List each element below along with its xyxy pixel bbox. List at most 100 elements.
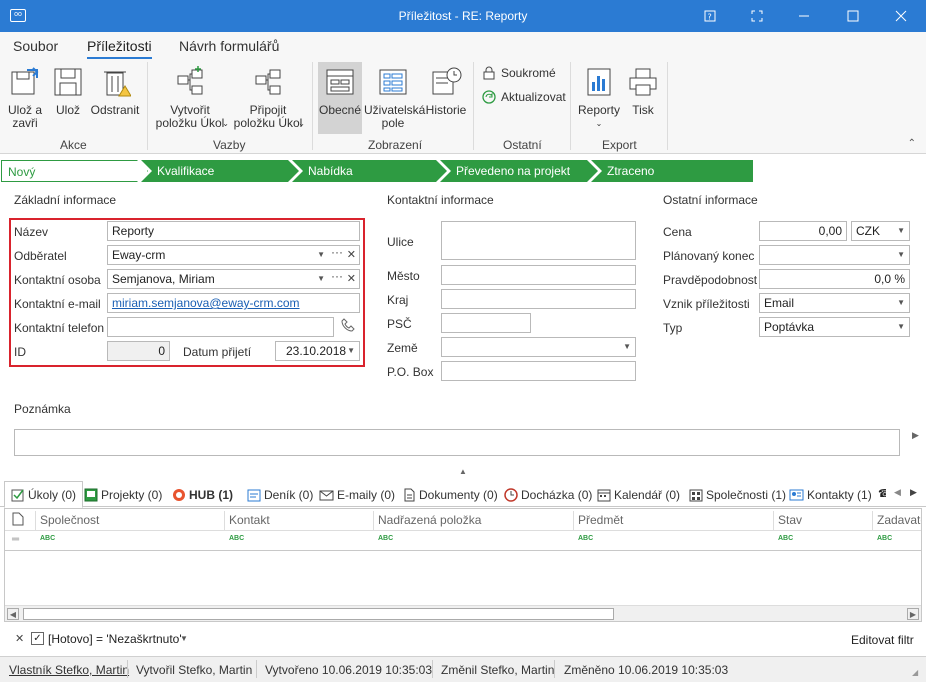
stage-kvalifikace[interactable]: Kvalifikace [141,160,299,182]
tab-kontakty[interactable]: Kontakty (1) [789,484,872,506]
customer-input[interactable]: Eway-crm ▼ ··· ✕ [107,245,360,265]
dropdown-arrow-icon[interactable]: ▼ [897,294,905,312]
filter-checkbox[interactable]: ✓ [31,632,44,645]
fullscreen-icon[interactable] [734,0,780,32]
tab-kontakty-label: Kontakty (1) [807,488,872,502]
status-owner[interactable]: Vlastník Stefko, Martin [9,663,129,677]
tab-spolecnosti[interactable]: Společnosti (1) [689,484,786,506]
tabs-scroll-right-icon[interactable]: ▶ [910,487,917,498]
resize-grip-icon[interactable]: ◢ [912,668,918,677]
col-spolecnost[interactable]: Společnost [35,511,225,530]
create-task-button[interactable]: Vytvořit položku Úkol ⌄ [152,66,229,130]
dropdown-arrow-icon[interactable]: ▼ [897,222,905,240]
delete-button[interactable]: Odstranit [90,66,140,117]
stage-novy[interactable]: Nový [1,160,148,182]
attach-task-button[interactable]: Připojit položku Úkol ⌄ [232,66,305,130]
user-fields-button[interactable]: Uživatelská pole [364,66,425,130]
reports-button[interactable]: Reporty ⌄ [576,66,622,130]
region-input[interactable] [441,289,636,309]
dropdown-arrow-icon[interactable]: ▼ [317,246,325,264]
city-input[interactable] [441,265,636,285]
origin-select[interactable]: Email ▼ [759,293,910,313]
street-input[interactable] [441,221,636,260]
col-kontakt[interactable]: Kontakt [224,511,374,530]
date-input[interactable]: 23.10.2018 ▼ [275,341,360,361]
name-input[interactable]: Reporty [107,221,360,241]
phone-input[interactable] [107,317,334,337]
probability-input[interactable]: 0,0 % [759,269,910,289]
col-stav[interactable]: Stav [773,511,873,530]
stage-ztraceno[interactable]: Ztraceno [591,160,753,182]
stage-prevedeno[interactable]: Převedeno na projekt [440,160,598,182]
col-zadavatel[interactable]: Zadavate [872,511,921,530]
tab-kalendar[interactable]: Kalendář (0) [597,484,680,506]
private-button[interactable]: Soukromé [482,66,556,80]
history-button[interactable]: Historie [425,66,467,117]
type-select[interactable]: Poptávka ▼ [759,317,910,337]
clear-icon[interactable]: ✕ [347,270,356,288]
more-icon[interactable]: ··· [331,270,343,285]
dropdown-arrow-icon[interactable]: ▼ [623,338,631,356]
tab-navrh-formularu[interactable]: Návrh formulářů [179,38,279,54]
dropdown-arrow-icon[interactable]: ▼ [897,246,905,264]
planned-end-input[interactable]: ▼ [759,245,910,265]
col-nadrazena[interactable]: Nadřazená položka [373,511,574,530]
note-input[interactable] [14,429,900,456]
email-input[interactable]: miriam.semjanova@eway-crm.com [107,293,360,313]
tabs-scroll-left-icon[interactable]: ◀ [894,487,901,498]
phone-icon[interactable] [341,318,355,335]
tab-hub[interactable]: HUB (1) [172,484,233,506]
tab-projekty-label: Projekty (0) [101,488,163,502]
horizontal-scrollbar[interactable]: ◀ ▶ [5,605,921,621]
abc-icon[interactable]: ABC [229,535,244,542]
grid-doc-icon [12,512,24,529]
abc-icon[interactable]: ABC [378,535,393,542]
general-button[interactable]: Obecné [318,62,362,134]
tab-overflow-icon[interactable]: ☎ [878,487,886,501]
abc-icon[interactable]: ABC [877,535,892,542]
currency-select[interactable]: CZK ▼ [851,221,910,241]
tab-dokumenty[interactable]: Dokumenty (0) [402,484,498,506]
country-select[interactable]: ▼ [441,337,636,357]
general-label: Obecné [318,103,362,117]
scroll-thumb[interactable] [23,608,614,620]
zip-input[interactable] [441,313,531,333]
collapse-ribbon-icon[interactable]: ⌃ [908,138,916,149]
filter-dropdown-icon[interactable]: ▼ [180,634,188,643]
tab-denik[interactable]: Deník (0) [247,484,313,506]
pobox-input[interactable] [441,361,636,381]
help-icon[interactable]: ? [687,0,733,32]
dropdown-arrow-icon[interactable]: ▼ [317,270,325,288]
maximize-icon[interactable] [830,0,876,32]
abc-icon[interactable]: ABC [40,535,55,542]
splitter-up-icon[interactable]: ▲ [459,467,467,476]
refresh-button[interactable]: Aktualizovat [482,90,566,104]
col-predmet[interactable]: Předmět [573,511,774,530]
email-link[interactable]: miriam.semjanova@eway-crm.com [112,296,300,310]
edit-filter-link[interactable]: Editovat filtr [851,633,914,647]
filter-clear-icon[interactable]: ✕ [15,632,24,645]
minimize-icon[interactable] [781,0,827,32]
more-icon[interactable]: ··· [331,246,343,261]
scroll-right-icon[interactable]: ▶ [907,608,919,620]
tab-ukoly[interactable]: Úkoly (0) [4,481,84,508]
clear-icon[interactable]: ✕ [347,246,356,264]
close-icon[interactable] [878,0,924,32]
contact-person-input[interactable]: Semjanova, Miriam ▼ ··· ✕ [107,269,360,289]
print-button[interactable]: Tisk [625,66,661,117]
save-button[interactable]: Ulož [50,66,86,117]
save-close-button[interactable]: Ulož a zavři [6,66,44,130]
price-input[interactable]: 0,00 [759,221,847,241]
tab-projekty[interactable]: Projekty (0) [84,484,162,506]
tab-emaily[interactable]: E-maily (0) [319,484,395,506]
dropdown-arrow-icon[interactable]: ▼ [897,318,905,336]
scroll-left-icon[interactable]: ◀ [7,608,19,620]
tab-prilezitosti[interactable]: Příležitosti [87,38,152,59]
tab-dochazka[interactable]: Docházka (0) [504,484,592,506]
dropdown-arrow-icon[interactable]: ▼ [347,342,355,360]
abc-icon[interactable]: ABC [578,535,593,542]
stage-nabidka[interactable]: Nabídka [292,160,447,182]
tab-soubor[interactable]: Soubor [13,38,58,54]
abc-icon[interactable]: ABC [778,535,793,542]
note-scroll-icon[interactable]: ▶ [912,430,919,441]
